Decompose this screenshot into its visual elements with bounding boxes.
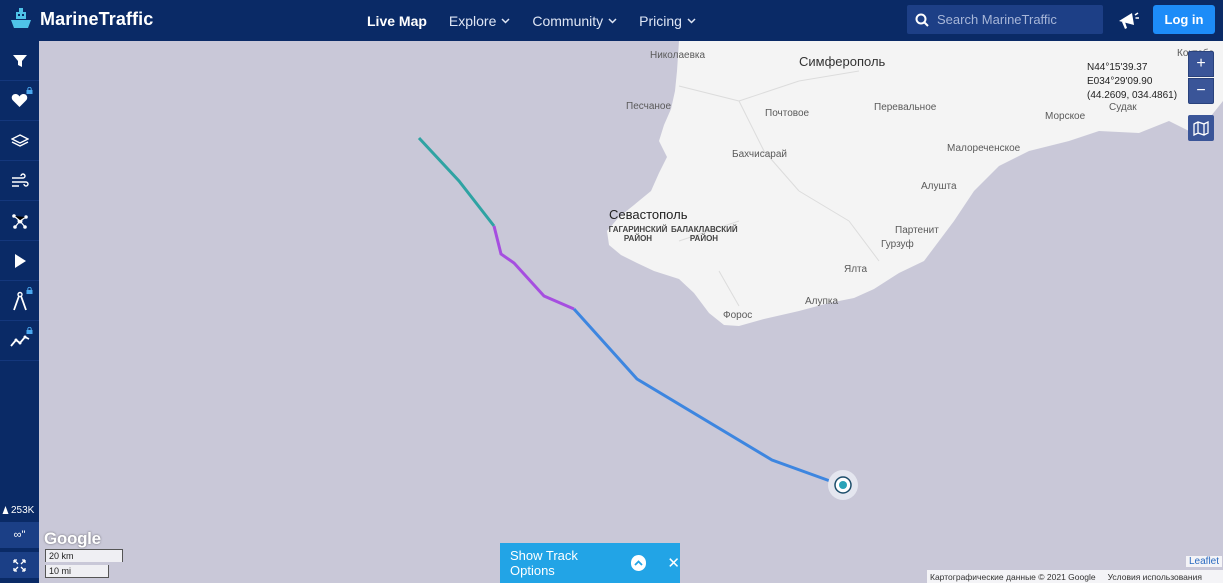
terms-link[interactable]: Условия использования [1108, 572, 1202, 582]
search-input[interactable] [937, 12, 1097, 27]
scale-km: 20 km [45, 549, 123, 562]
filter-icon [12, 54, 27, 67]
place-label: Судак [1109, 102, 1137, 113]
lock-icon [26, 87, 33, 94]
nav-explore-label: Explore [448, 12, 497, 29]
chevron-down-icon [687, 17, 696, 24]
layers-icon [10, 133, 29, 147]
network-icon [11, 213, 28, 229]
leaflet-link[interactable]: Leaflet [1186, 556, 1223, 567]
layers-button[interactable] [0, 121, 39, 161]
login-button[interactable]: Log in [1153, 5, 1215, 34]
map-attribution: Картографические данные © 2021 Google Ус… [927, 570, 1223, 583]
ship-logo-icon [11, 8, 31, 28]
map-canvas [39, 41, 1223, 583]
district-label: БАЛАКЛАВСКИЙ РАЙОН [671, 225, 738, 243]
lock-icon [26, 327, 33, 334]
density-maps-button[interactable] [0, 201, 39, 241]
place-label: Форос [723, 310, 753, 321]
place-label: Гурзуф [881, 239, 914, 250]
nav-live-map-label: Live Map [367, 12, 427, 29]
place-label: Алупка [805, 296, 839, 307]
nav-pricing-label: Pricing [639, 12, 682, 29]
chevron-down-icon [608, 17, 617, 24]
vessel-count-value: 253K [11, 505, 35, 516]
chevron-up-icon[interactable] [630, 555, 647, 571]
brand-logo-link[interactable]: MarineTraffic [8, 6, 153, 32]
main-nav: Live Map Explore Community Pricing [367, 0, 718, 41]
wind-icon [11, 172, 29, 187]
measure-button[interactable] [0, 281, 39, 321]
heart-icon [11, 94, 28, 107]
fullscreen-icon [13, 558, 26, 572]
close-icon[interactable]: ✕ [667, 554, 680, 572]
place-label: Малореченское [947, 143, 1021, 154]
place-label: Песчаное [626, 101, 672, 112]
live-map[interactable]: Николаевка Симферополь Коктебе Песчаное … [39, 41, 1223, 583]
analytics-button[interactable] [0, 321, 39, 361]
lock-icon [26, 287, 33, 294]
decimal-coords: (44.2609, 034.4861) [1087, 90, 1178, 101]
latitude: N44°15'39.37 [1087, 62, 1148, 73]
place-label: Перевальное [874, 102, 937, 113]
place-label: Почтовое [765, 108, 810, 119]
longitude: E034°29'09.90 [1087, 76, 1153, 87]
ship-small-icon [2, 506, 9, 514]
search-icon [915, 13, 929, 27]
map-icon [1193, 120, 1209, 136]
search-box [907, 5, 1103, 34]
zoom-out-button[interactable]: − [1188, 78, 1214, 104]
vessel-marker-dot [839, 481, 847, 489]
left-sidebar: 253K ∞" [0, 41, 39, 583]
nav-explore[interactable]: Explore [449, 13, 510, 29]
map-type-button[interactable] [1188, 115, 1214, 141]
scale-mi: 10 mi [45, 565, 109, 578]
place-label: Севастополь [609, 207, 688, 222]
place-label: Николаевка [650, 50, 706, 61]
filters-button[interactable] [0, 41, 39, 81]
place-label: Алушта [921, 181, 957, 192]
megaphone-icon[interactable] [1116, 9, 1140, 31]
place-label: Партенит [895, 225, 939, 236]
top-navbar: MarineTraffic Live Map Explore Community… [0, 0, 1223, 41]
chevron-down-icon [501, 17, 510, 24]
play-icon [14, 253, 26, 268]
show-track-options-button[interactable]: Show Track Options [510, 548, 624, 578]
nav-pricing[interactable]: Pricing [639, 13, 696, 29]
zoom-in-button[interactable]: + [1188, 51, 1214, 77]
brand-name: MarineTraffic [40, 8, 154, 29]
place-label: Бахчисарай [732, 149, 787, 160]
infinity-toggle[interactable]: ∞" [0, 522, 39, 548]
district-label: ГАГАРИНСКИЙ РАЙОН [608, 225, 668, 243]
place-label: Симферополь [799, 54, 886, 69]
google-logo: Google [44, 529, 101, 548]
nav-community[interactable]: Community [532, 13, 617, 29]
vessel-count: 253K [2, 505, 34, 516]
infinity-label: ∞" [13, 529, 26, 541]
my-fleets-button[interactable] [0, 81, 39, 121]
show-track-options-panel: Show Track Options ✕ [500, 543, 680, 583]
weather-button[interactable] [0, 161, 39, 201]
nav-community-label: Community [532, 12, 604, 29]
fullscreen-button[interactable] [0, 552, 39, 578]
nav-live-map[interactable]: Live Map [367, 13, 427, 29]
chart-line-icon [9, 335, 29, 347]
playback-button[interactable] [0, 241, 39, 281]
place-label: Морское [1045, 111, 1086, 122]
attribution-text: Картографические данные © 2021 Google [930, 571, 1096, 582]
coordinates-readout: N44°15'39.37 E034°29'09.90 (44.2609, 034… [1087, 61, 1177, 103]
place-label: Ялта [844, 264, 868, 275]
